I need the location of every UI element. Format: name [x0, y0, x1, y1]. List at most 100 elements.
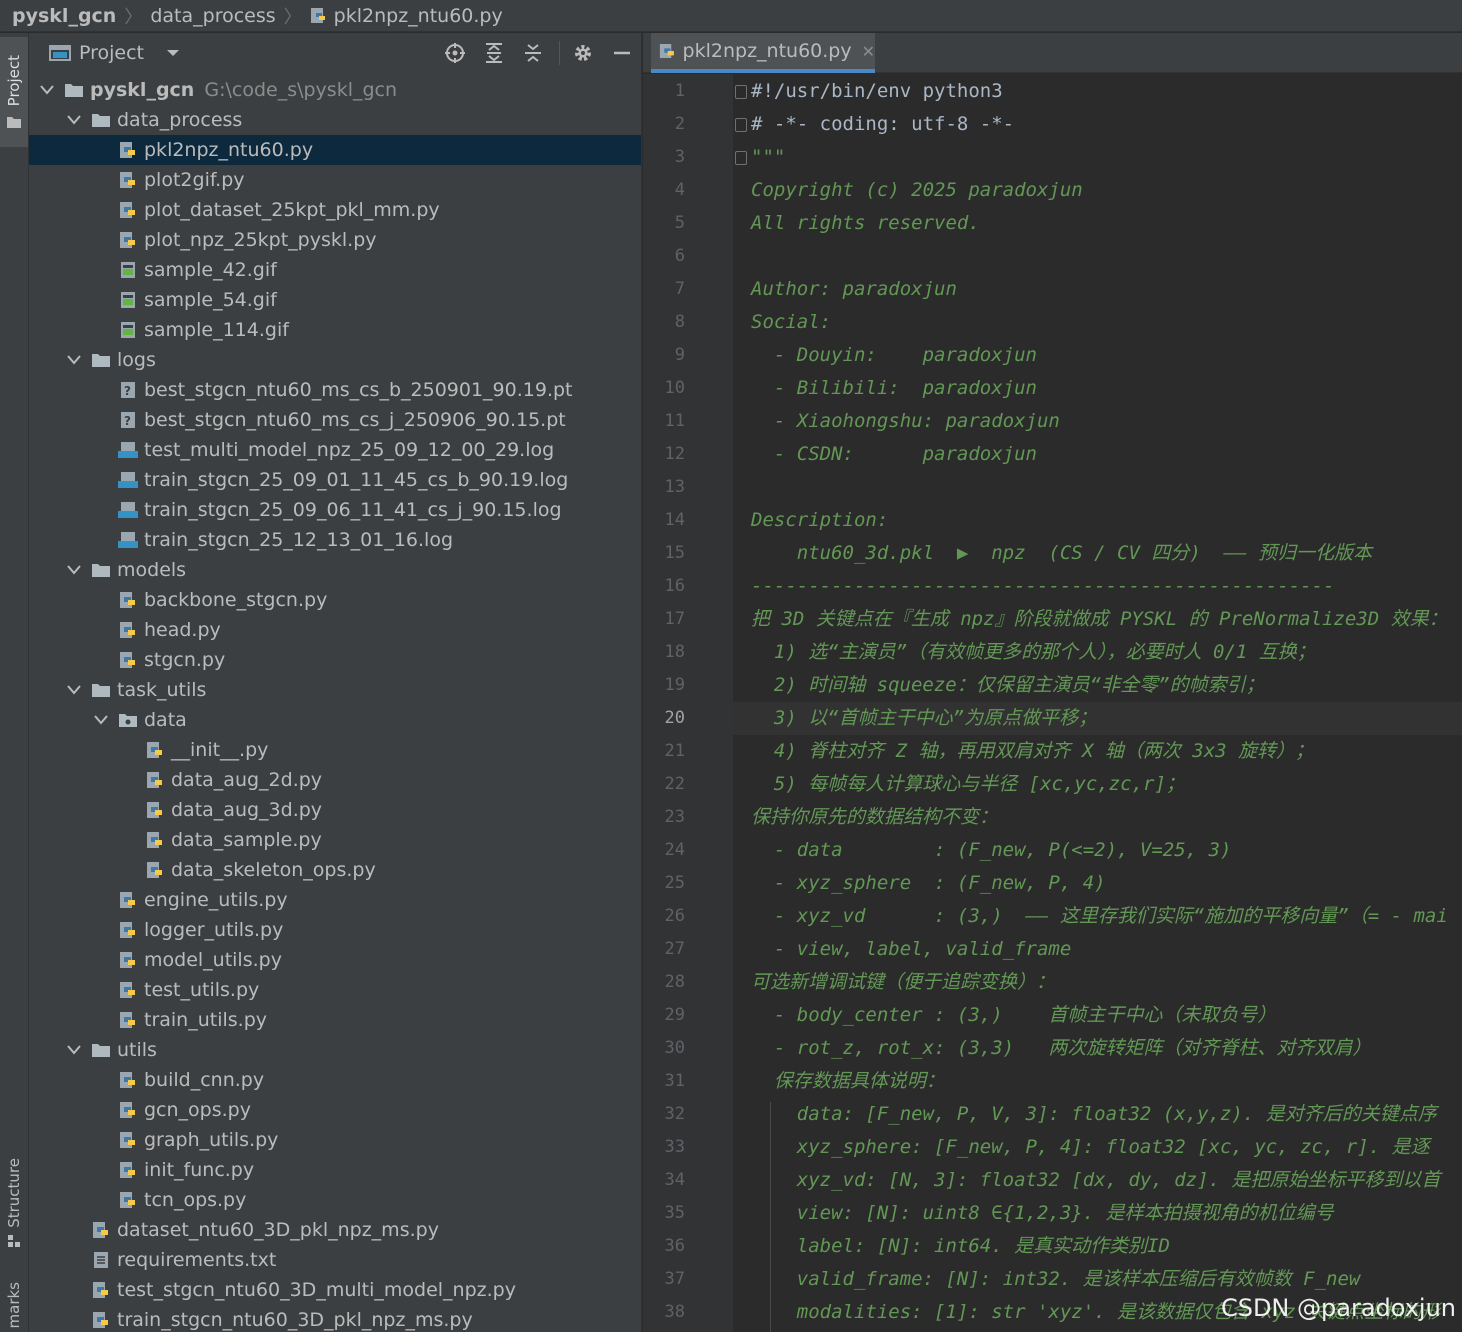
tree-item[interactable]: task_utils: [29, 675, 641, 705]
code-line[interactable]: Copyright (c) 2025 paradoxjun: [733, 174, 1462, 207]
code-line[interactable]: [733, 240, 1462, 273]
code-line[interactable]: Social:: [733, 306, 1462, 339]
tree-item[interactable]: data_aug_3d.py: [29, 795, 641, 825]
code-line[interactable]: 可选新增调试键（便于追踪变换）：: [733, 966, 1462, 999]
code-line[interactable]: 保存数据具体说明：: [733, 1065, 1462, 1098]
code-line[interactable]: #!/usr/bin/env python3: [733, 75, 1462, 108]
tab-pkl2npz-ntu60[interactable]: pkl2npz_ntu60.py ✕: [651, 33, 875, 73]
breadcrumb-project[interactable]: pyskl_gcn: [12, 5, 116, 27]
chevron-down-icon[interactable]: [65, 1041, 83, 1059]
tree-item[interactable]: backbone_stgcn.py: [29, 585, 641, 615]
code-line[interactable]: - Xiaohongshu: paradoxjun: [733, 405, 1462, 438]
code-line[interactable]: ----------------------------------------…: [733, 570, 1462, 603]
project-tool-tab[interactable]: Project: [0, 37, 28, 147]
code-line[interactable]: 5) 每帧每人计算球心与半径 [xc,yc,zc,r]；: [733, 768, 1462, 801]
code-line[interactable]: 4) 脊柱对齐 Z 轴，再用双肩对齐 X 轴（两次 3x3 旋转）；: [733, 735, 1462, 768]
code-area[interactable]: #!/usr/bin/env python3 # -*- coding: utf-…: [733, 74, 1462, 1332]
code-line[interactable]: - Douyin: paradoxjun: [733, 339, 1462, 372]
fold-marker-icon[interactable]: [735, 118, 747, 132]
tree-item[interactable]: data_aug_2d.py: [29, 765, 641, 795]
tree-item[interactable]: data_sample.py: [29, 825, 641, 855]
tree-item[interactable]: graph_utils.py: [29, 1125, 641, 1155]
structure-tool-tab[interactable]: Structure: [0, 1148, 28, 1258]
chevron-down-icon[interactable]: [65, 681, 83, 699]
code-line[interactable]: xyz_sphere: [F_new, P, 4]: float32 [xc, …: [733, 1131, 1462, 1164]
code-line[interactable]: # -*- coding: utf-8 -*-: [733, 108, 1462, 141]
code-line[interactable]: data: [F_new, P, V, 3]: float32 (x,y,z).…: [733, 1098, 1462, 1131]
tree-item[interactable]: sample_42.gif: [29, 255, 641, 285]
collapse-all-button[interactable]: [521, 41, 545, 65]
tree-item[interactable]: build_cnn.py: [29, 1065, 641, 1095]
tree-item[interactable]: pyskl_gcn G:\code_s\pyskl_gcn: [29, 75, 641, 105]
code-line[interactable]: - data : (F_new, P(<=2), V=25, 3): [733, 834, 1462, 867]
code-line[interactable]: 1) 选“主演员”（有效帧更多的那个人），必要时人 0/1 互换；: [733, 636, 1462, 669]
settings-button[interactable]: [571, 41, 595, 65]
chevron-down-icon[interactable]: [38, 81, 56, 99]
hide-panel-button[interactable]: [610, 41, 634, 65]
code-line[interactable]: valid_frame: [N]: int32. 是该样本压缩后有效帧数 F_n…: [733, 1263, 1462, 1296]
locate-file-button[interactable]: [443, 41, 467, 65]
code-line[interactable]: - body_center : (3,) 首帧主干中心（未取负号）: [733, 999, 1462, 1032]
code-line[interactable]: """: [733, 141, 1462, 174]
tree-item[interactable]: utils: [29, 1035, 641, 1065]
tree-item[interactable]: data_process: [29, 105, 641, 135]
tree-item[interactable]: model_utils.py: [29, 945, 641, 975]
chevron-down-icon[interactable]: [92, 711, 110, 729]
code-line[interactable]: Author: paradoxjun: [733, 273, 1462, 306]
tree-item[interactable]: plot2gif.py: [29, 165, 641, 195]
fold-marker-icon[interactable]: [735, 151, 747, 165]
expand-all-button[interactable]: [482, 41, 506, 65]
tree-item[interactable]: logger_utils.py: [29, 915, 641, 945]
tree-item[interactable]: __init__.py: [29, 735, 641, 765]
tree-item[interactable]: sample_54.gif: [29, 285, 641, 315]
code-line[interactable]: Description:: [733, 504, 1462, 537]
tree-item[interactable]: head.py: [29, 615, 641, 645]
tree-item[interactable]: init_func.py: [29, 1155, 641, 1185]
code-line[interactable]: - view, label, valid_frame: [733, 933, 1462, 966]
code-line[interactable]: 3) 以“首帧主干中心”为原点做平移；: [733, 702, 1462, 735]
code-line[interactable]: xyz_vd: [N, 3]: float32 [dx, dy, dz]. 是把…: [733, 1164, 1462, 1197]
tree-item[interactable]: data_skeleton_ops.py: [29, 855, 641, 885]
code-line[interactable]: ntu60_3d.pkl ▶ npz (CS / CV 四分) —— 预归一化版…: [733, 537, 1462, 570]
chevron-down-icon[interactable]: [65, 111, 83, 129]
breadcrumb-file[interactable]: pkl2npz_ntu60.py: [310, 5, 503, 27]
tree-item[interactable]: requirements.txt: [29, 1245, 641, 1275]
breadcrumb-folder[interactable]: data_process: [150, 5, 275, 27]
tree-item[interactable]: plot_dataset_25kpt_pkl_mm.py: [29, 195, 641, 225]
tree-item[interactable]: sample_114.gif: [29, 315, 641, 345]
code-line[interactable]: - CSDN: paradoxjun: [733, 438, 1462, 471]
code-line[interactable]: All rights reserved.: [733, 207, 1462, 240]
code-line[interactable]: - Bilibili: paradoxjun: [733, 372, 1462, 405]
tree-item[interactable]: test_utils.py: [29, 975, 641, 1005]
tree-item[interactable]: pkl2npz_ntu60.py: [29, 135, 641, 165]
tree-item[interactable]: dataset_ntu60_3D_pkl_npz_ms.py: [29, 1215, 641, 1245]
tree-item[interactable]: plot_npz_25kpt_pyskl.py: [29, 225, 641, 255]
code-line[interactable]: 保持你原先的数据结构不变：: [733, 801, 1462, 834]
tree-item[interactable]: data: [29, 705, 641, 735]
tree-item[interactable]: train_stgcn_25_09_06_11_41_cs_j_90.15.lo…: [29, 495, 641, 525]
project-view-title[interactable]: Project: [79, 42, 144, 64]
tree-item[interactable]: train_utils.py: [29, 1005, 641, 1035]
tree-item[interactable]: train_stgcn_25_09_01_11_45_cs_b_90.19.lo…: [29, 465, 641, 495]
close-tab-icon[interactable]: ✕: [862, 42, 875, 61]
tree-item[interactable]: engine_utils.py: [29, 885, 641, 915]
code-line[interactable]: 2) 时间轴 squeeze：仅保留主演员“非全零”的帧索引；: [733, 669, 1462, 702]
code-line[interactable]: [733, 471, 1462, 504]
tree-item[interactable]: test_multi_model_npz_25_09_12_00_29.log: [29, 435, 641, 465]
code-line[interactable]: - xyz_sphere : (F_new, P, 4): [733, 867, 1462, 900]
chevron-down-icon[interactable]: [65, 561, 83, 579]
fold-marker-icon[interactable]: [735, 85, 747, 99]
code-line[interactable]: view: [N]: uint8 ∈{1,2,3}. 是样本拍摄视角的机位编号: [733, 1197, 1462, 1230]
tree-item[interactable]: logs: [29, 345, 641, 375]
code-line[interactable]: - xyz_vd : (3,) —— 这里存我们实际“施加的平移向量”（= - …: [733, 900, 1462, 933]
tree-item[interactable]: ? best_stgcn_ntu60_ms_cs_b_250901_90.19.p…: [29, 375, 641, 405]
tree-item[interactable]: train_stgcn_ntu60_3D_pkl_npz_ms.py: [29, 1305, 641, 1332]
tree-item[interactable]: tcn_ops.py: [29, 1185, 641, 1215]
code-line[interactable]: - rot_z, rot_x: (3,3) 两次旋转矩阵（对齐脊柱、对齐双肩）: [733, 1032, 1462, 1065]
code-line[interactable]: 把 3D 关键点在『生成 npz』阶段就做成 PYSKL 的 PreNormal…: [733, 603, 1462, 636]
tree-item[interactable]: stgcn.py: [29, 645, 641, 675]
code-line[interactable]: label: [N]: int64. 是真实动作类别ID: [733, 1230, 1462, 1263]
tree-item[interactable]: models: [29, 555, 641, 585]
chevron-down-icon[interactable]: [65, 351, 83, 369]
bookmarks-tool-tab[interactable]: marks: [0, 1278, 28, 1332]
